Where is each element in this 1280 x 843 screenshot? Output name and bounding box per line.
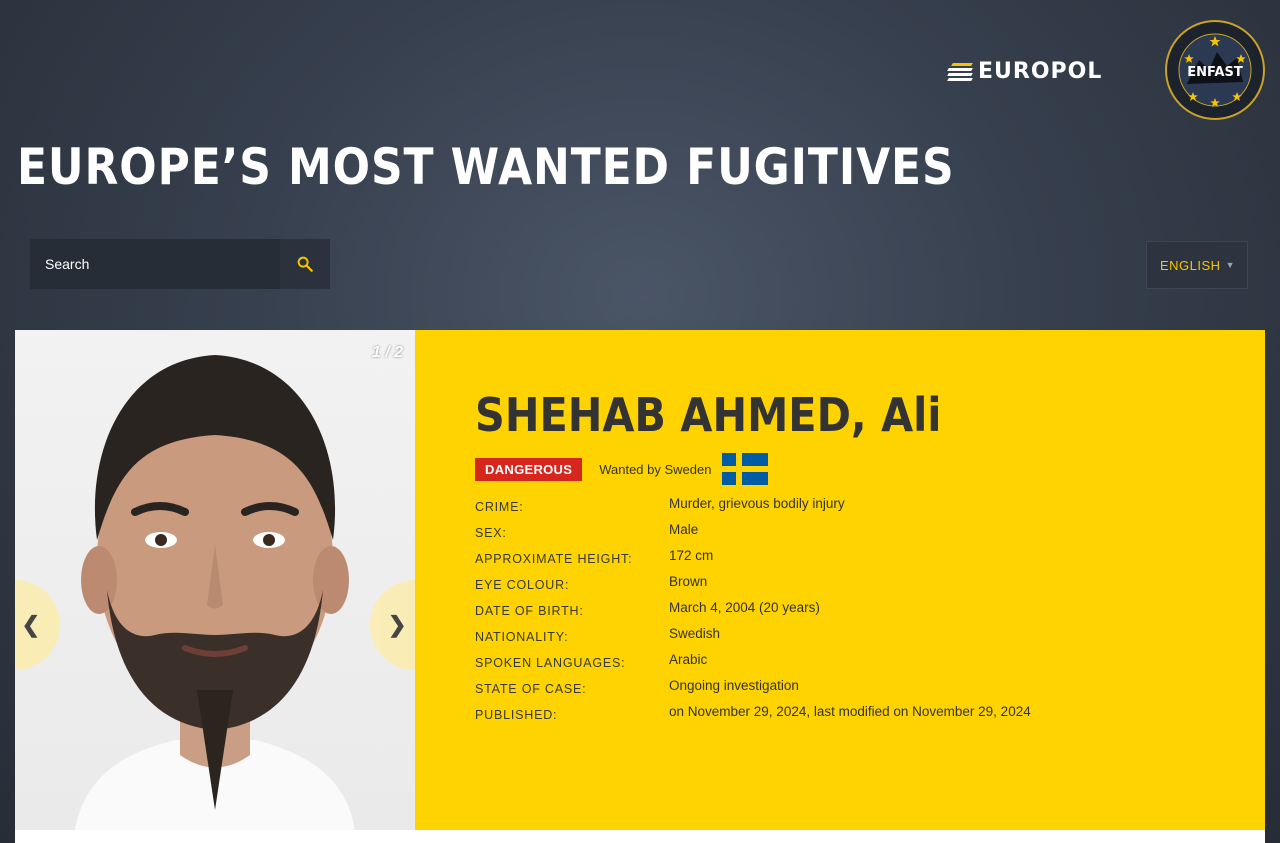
detail-label: NATIONALITY: [475,630,569,644]
detail-label: EYE COLOUR: [475,578,570,592]
detail-label: SPOKEN LANGUAGES: [475,656,626,670]
search-button[interactable] [280,239,330,289]
detail-value: March 4, 2004 (20 years) [669,600,820,615]
detail-row-languages: SPOKEN LANGUAGES: Arabic [475,652,1031,678]
chevron-right-icon: ❯ [388,612,407,637]
search-box [30,239,330,289]
detail-value: Swedish [669,626,721,641]
detail-row-state-of-case: STATE OF CASE: Ongoing investigation [475,678,1031,704]
detail-value: on November 29, 2024, last modified on N… [669,704,1031,719]
enfast-logo[interactable]: ENFAST [1165,20,1265,120]
search-icon [297,256,313,272]
detail-row-nationality: NATIONALITY: Swedish [475,626,1031,652]
header: EUROPOL ENFAST [0,0,1280,120]
fugitive-name: SHEHAB AHMED, Ali [475,388,942,442]
detail-value: 172 cm [669,548,714,563]
detail-value: Male [669,522,699,537]
dropdown-arrow-icon: ▼ [1225,260,1235,270]
detail-value: Ongoing investigation [669,678,799,693]
detail-row-published: PUBLISHED: on November 29, 2024, last mo… [475,704,1031,730]
sweden-flag-icon [722,453,769,485]
enfast-seal-icon: ENFAST [1165,20,1265,120]
europol-mark-icon [947,63,973,81]
europol-logo-text: EUROPOL [978,59,1103,84]
detail-label: PUBLISHED: [475,708,558,722]
photo-carousel: 1 / 2 ❮ ❯ [15,330,415,830]
detail-value: Brown [669,574,708,589]
detail-label: APPROXIMATE HEIGHT: [475,552,633,566]
fugitive-photo [75,355,355,830]
language-select[interactable]: ENGLISH ▼ [1146,241,1248,289]
fugitive-info-panel: SHEHAB AHMED, Ali DANGEROUS Wanted by Sw… [415,330,1265,830]
status-row: DANGEROUS Wanted by Sweden [475,453,769,485]
language-selected-label: ENGLISH [1160,257,1221,273]
detail-label: CRIME: [475,500,524,514]
wanted-by-text: Wanted by Sweden [599,461,712,477]
detail-value: Arabic [669,652,708,667]
page-title: EUROPE’S MOST WANTED FUGITIVES [17,138,955,196]
fugitive-card: 1 / 2 ❮ ❯ SHEHAB AHMED, Ali DANGEROUS Wa… [15,330,1265,843]
detail-row-date-of-birth: DATE OF BIRTH: March 4, 2004 (20 years) [475,600,1031,626]
enfast-logo-text: ENFAST [1187,65,1243,80]
detail-label: DATE OF BIRTH: [475,604,584,618]
fugitive-details: CRIME: Murder, grievous bodily injury SE… [475,496,1031,730]
search-input[interactable] [30,239,280,289]
dangerous-badge: DANGEROUS [475,457,583,481]
photo-counter: 1 / 2 [371,344,403,361]
europol-logo[interactable]: EUROPOL [947,59,1103,84]
chevron-left-icon: ❮ [21,612,40,637]
detail-value: Murder, grievous bodily injury [669,496,845,511]
detail-label: SEX: [475,526,507,540]
detail-label: STATE OF CASE: [475,682,587,696]
detail-row-sex: SEX: Male [475,522,1031,548]
detail-row-crime: CRIME: Murder, grievous bodily injury [475,496,1031,522]
detail-row-eye-colour: EYE COLOUR: Brown [475,574,1031,600]
detail-row-height: APPROXIMATE HEIGHT: 172 cm [475,548,1031,574]
